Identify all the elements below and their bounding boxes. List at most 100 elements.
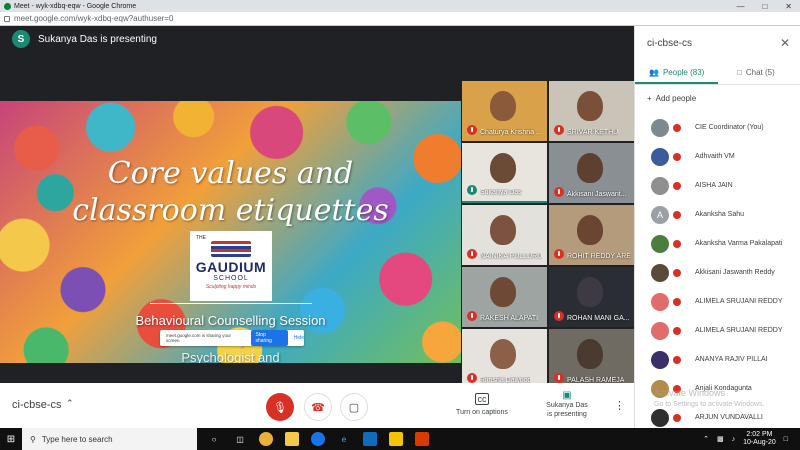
participant-row[interactable]: ALIMELA SRUJANI REDDY <box>635 316 800 345</box>
close-icon[interactable]: ✕ <box>780 36 790 50</box>
participant-name: Akanksha Varma Pakalapati <box>695 240 783 247</box>
participant-avatar <box>651 147 669 166</box>
participant-tiles: Chaturya Krishna ... SRIVAR KETHU Sukanya … <box>462 81 634 389</box>
slide-title-line2: classroom etiquettes <box>72 193 389 228</box>
participant-row[interactable]: Adhvaith VM <box>635 142 800 171</box>
chrome-titlebar: Meet - wyk-xdbq-eqw - Google Chrome — □ … <box>0 0 800 12</box>
chevron-up-icon[interactable]: ⌃ <box>66 398 74 409</box>
participant-avatar <box>651 292 669 311</box>
participant-name: RAKESH ALAPATI <box>480 315 539 322</box>
mic-muted-icon <box>467 125 477 135</box>
mic-muted-icon <box>673 152 681 161</box>
meeting-code[interactable]: ci-cbse-cs <box>12 399 62 411</box>
add-people-label: Add people <box>655 94 697 103</box>
mic-muted-icon <box>673 297 681 306</box>
present-label-1: Sukanya Das <box>546 402 588 409</box>
participant-name: ALIMELA SRUJANI REDDY <box>695 298 783 305</box>
participant-tile[interactable]: Rimsha Dawood <box>462 329 547 389</box>
participant-name: AISHA JAIN <box>695 182 733 189</box>
taskbar-search[interactable]: ⚲ Type here to search <box>22 428 197 450</box>
chrome-icon[interactable] <box>259 432 273 446</box>
people-tab-label: People (83) <box>662 68 705 77</box>
slide-title-line1: Core values and <box>107 156 354 191</box>
mic-muted-icon <box>673 326 681 335</box>
participant-avatar <box>651 350 669 369</box>
window-controls: — □ ✕ <box>736 2 800 11</box>
participant-row[interactable]: ALIMELA SRUJANI REDDY <box>635 287 800 316</box>
mic-muted-icon <box>673 413 681 422</box>
presenting-button[interactable]: ▣ Sukanya Das is presenting <box>537 391 597 419</box>
sticky-app-icon[interactable] <box>389 432 403 446</box>
slide-subtitle-1: Behavioural Counselling Session <box>135 313 326 328</box>
windows-start-icon[interactable]: ⊞ <box>0 428 22 450</box>
participant-name: CIE Coordinator (You) <box>695 124 764 131</box>
url-text[interactable]: meet.google.com/wyk-xdbq-eqw?authuser=0 <box>14 14 173 23</box>
participant-row[interactable]: ANANYA RAJIV PILLAI <box>635 345 800 374</box>
mic-muted-icon <box>673 210 681 219</box>
participant-name: NAINIKA PULLURU <box>480 253 543 260</box>
tab-people[interactable]: 👥 People (83) <box>649 68 704 77</box>
participant-tile[interactable]: ROHAN MANI GA... <box>549 267 634 327</box>
share-text: meet.google.com is sharing your screen. <box>166 333 232 343</box>
mic-off-button[interactable]: 🎙 <box>266 393 294 421</box>
participant-video <box>490 339 516 369</box>
network-icon[interactable]: ▩ <box>717 435 724 443</box>
participant-tile[interactable]: NAINIKA PULLURU <box>462 205 547 265</box>
volume-icon[interactable]: ♪ <box>732 436 736 443</box>
mic-muted-icon <box>554 249 564 259</box>
participant-avatar <box>651 234 669 253</box>
participant-name: ROHIT REDDY ARE <box>567 253 631 260</box>
file-explorer-icon[interactable] <box>285 432 299 446</box>
participant-tile[interactable]: RAKESH ALAPATI <box>462 267 547 327</box>
participant-tile[interactable]: Chaturya Krishna ... <box>462 81 547 141</box>
logo-flag-icon <box>211 241 251 257</box>
mic-muted-icon <box>673 355 681 364</box>
participant-row[interactable]: Akanksha Varma Pakalapati <box>635 229 800 258</box>
present-screen-icon: ▣ <box>562 390 572 401</box>
outlook-icon[interactable] <box>363 432 377 446</box>
mic-muted-icon <box>673 181 681 190</box>
tab-title: Meet - wyk-xdbq-eqw - Google Chrome <box>14 2 137 10</box>
participant-tile[interactable]: ROHIT REDDY ARE <box>549 205 634 265</box>
cortana-icon[interactable]: ○ <box>207 432 221 446</box>
windows-taskbar: ⊞ ⚲ Type here to search ○ ◫ e ⌃ ▩ ♪ 2:02… <box>0 428 800 450</box>
participant-tile[interactable]: Sukanya Das <box>462 143 547 203</box>
notification-icon[interactable]: □ <box>784 436 788 443</box>
participant-row[interactable]: A Akanksha Sahu <box>635 200 800 229</box>
minimize-icon[interactable]: — <box>736 2 744 11</box>
mic-muted-icon <box>673 123 681 132</box>
hide-button[interactable]: Hide <box>294 335 304 341</box>
participant-name: Sukanya Das <box>480 189 522 196</box>
edge-icon[interactable] <box>311 432 325 446</box>
participant-video <box>577 277 603 307</box>
participant-name: ARJUN VUNDAVALLI <box>695 414 763 421</box>
present-label-2: is presenting <box>547 411 587 418</box>
tab-chat[interactable]: □ Chat (5) <box>737 68 775 77</box>
end-call-button[interactable]: ☎ <box>304 393 332 421</box>
camera-icon: ▢ <box>348 401 360 414</box>
participant-tile[interactable]: PALASH RAMEJA <box>549 329 634 389</box>
ie-icon[interactable]: e <box>337 432 351 446</box>
tray-up-icon[interactable]: ⌃ <box>703 435 709 443</box>
stop-sharing-button[interactable]: Stop sharing <box>250 330 288 346</box>
camera-button[interactable]: ▢ <box>340 393 368 421</box>
add-people-button[interactable]: + Add people <box>647 94 696 103</box>
screen: Meet - wyk-xdbq-eqw - Google Chrome — □ … <box>0 0 800 450</box>
more-options-icon[interactable]: ⋮ <box>614 399 625 412</box>
maximize-icon[interactable]: □ <box>762 2 767 11</box>
panel-divider <box>635 84 800 85</box>
participant-tile[interactable]: Akkisani Jaswant... <box>549 143 634 203</box>
participant-row[interactable]: Akkisani Jaswanth Reddy <box>635 258 800 287</box>
participant-tile[interactable]: SRIVAR KETHU <box>549 81 634 141</box>
logo-name: GAUDIUM <box>195 259 267 275</box>
close-window-icon[interactable]: ✕ <box>785 2 792 11</box>
captions-button[interactable]: cc Turn on captions <box>452 393 512 416</box>
participant-avatar <box>651 263 669 282</box>
powerpoint-icon[interactable] <box>415 432 429 446</box>
participant-row[interactable]: AISHA JAIN <box>635 171 800 200</box>
clock[interactable]: 2:02 PM 10-Aug-20 <box>743 431 776 447</box>
task-view-icon[interactable]: ◫ <box>233 432 247 446</box>
mic-muted-icon <box>554 373 564 383</box>
participant-row[interactable]: CIE Coordinator (You) <box>635 113 800 142</box>
address-bar[interactable]: meet.google.com/wyk-xdbq-eqw?authuser=0 <box>0 12 800 26</box>
